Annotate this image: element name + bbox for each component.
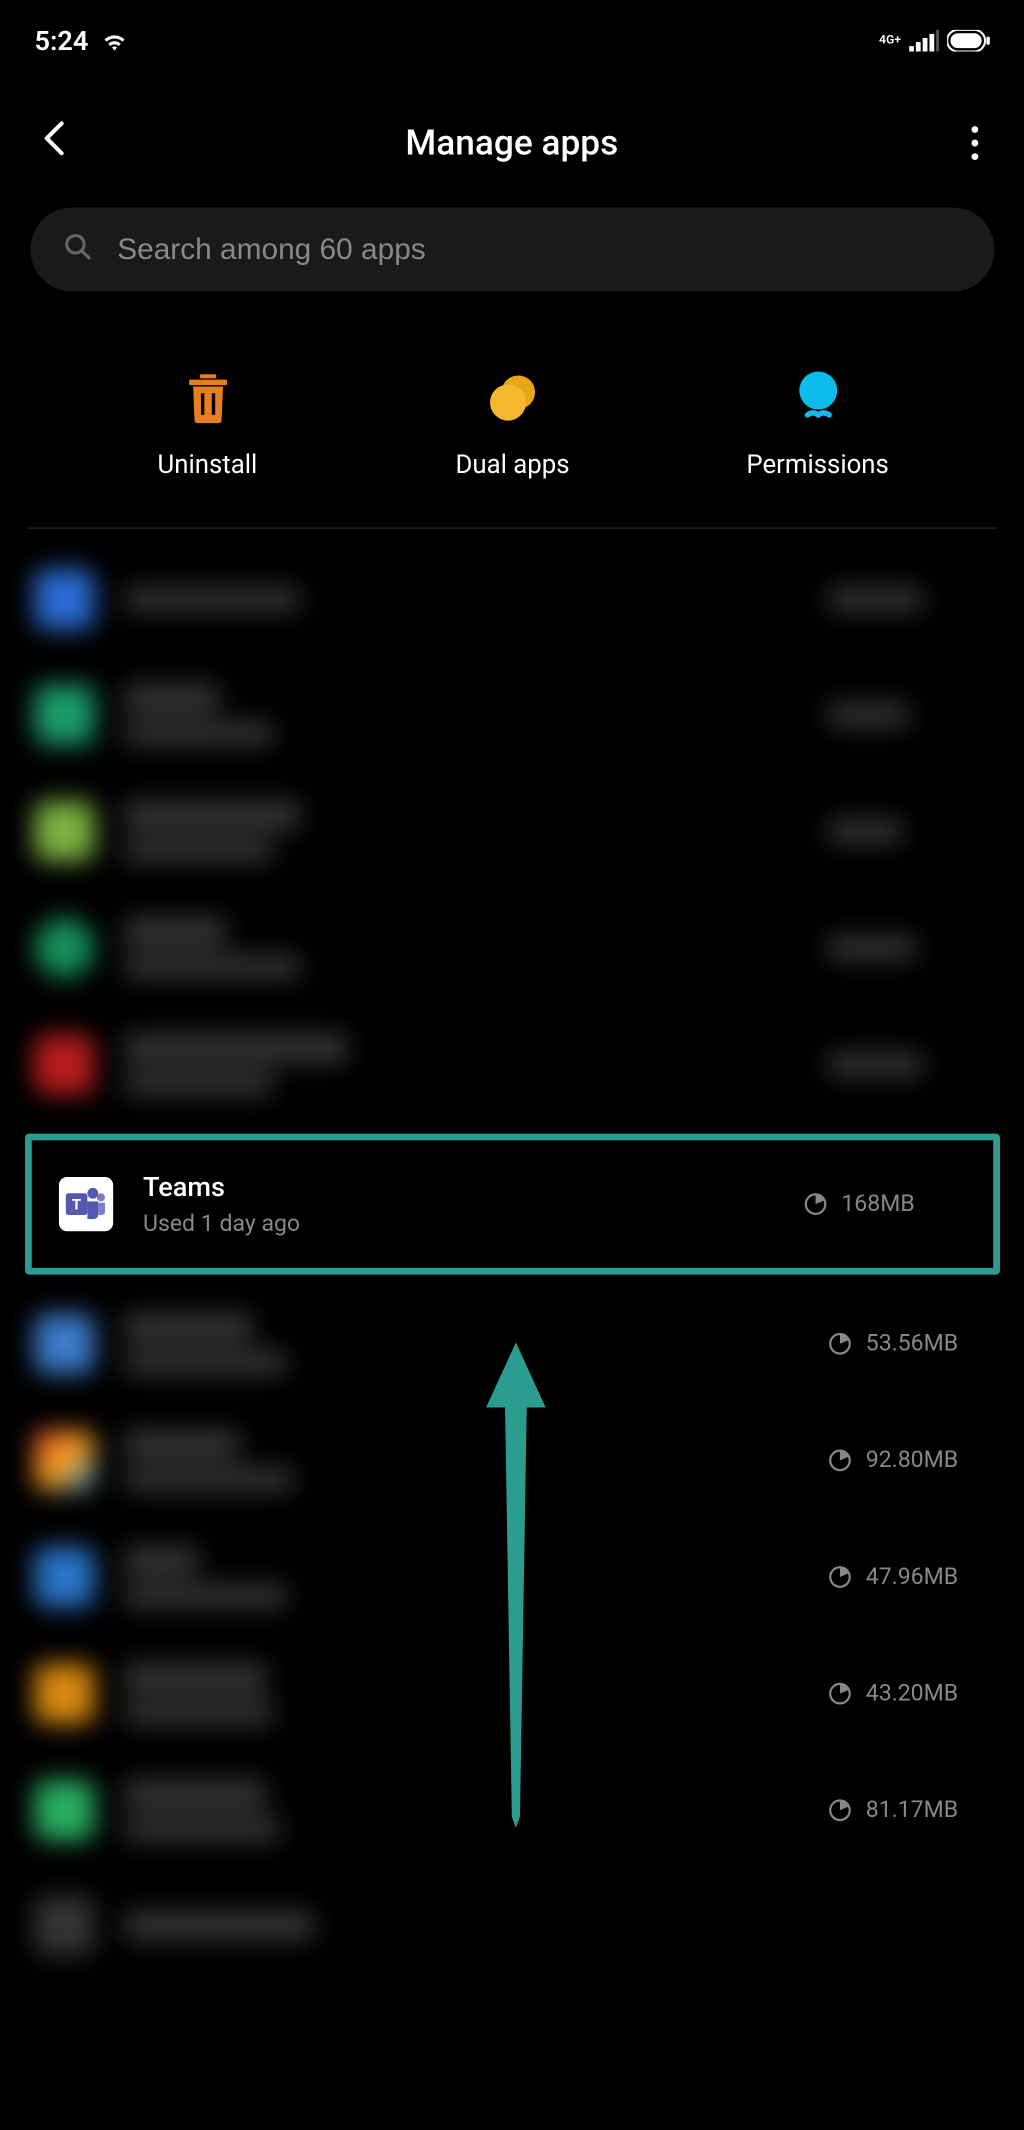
status-bar: 5:24 4G+ — [0, 0, 1024, 65]
app-row[interactable]: 92.80MB — [0, 1402, 1024, 1519]
app-size: 92.80MB — [827, 1447, 990, 1474]
page-title: Manage apps — [405, 123, 618, 164]
actions-row: Uninstall Dual apps Permissions — [27, 292, 997, 529]
app-row[interactable] — [0, 1869, 1024, 1963]
storage-icon — [827, 1681, 851, 1705]
storage-icon — [827, 1565, 851, 1589]
permissions-label: Permissions — [746, 449, 888, 480]
app-size: 168MB — [803, 1191, 966, 1218]
permissions-icon — [791, 373, 843, 425]
app-row-teams[interactable]: T Teams Used 1 day ago 168MB — [25, 1134, 1000, 1275]
app-row[interactable] — [0, 656, 1024, 773]
app-size: 47.96MB — [827, 1563, 990, 1590]
storage-icon — [827, 1332, 851, 1356]
uninstall-action[interactable]: Uninstall — [85, 373, 329, 480]
page-header: Manage apps — [0, 65, 1024, 207]
search-icon — [62, 232, 92, 267]
app-row[interactable]: 81.17MB — [0, 1752, 1024, 1869]
app-row[interactable]: 47.96MB — [0, 1519, 1024, 1636]
storage-icon — [803, 1192, 827, 1216]
app-size: 53.56MB — [827, 1330, 990, 1357]
permissions-action[interactable]: Permissions — [695, 373, 939, 480]
dual-apps-label: Dual apps — [455, 449, 569, 480]
uninstall-label: Uninstall — [157, 449, 257, 480]
search-input[interactable] — [117, 232, 962, 267]
dual-apps-icon — [486, 373, 538, 425]
app-row[interactable]: 43.20MB — [0, 1635, 1024, 1752]
battery-icon — [947, 30, 990, 52]
trash-icon — [181, 373, 233, 425]
app-row[interactable] — [0, 542, 1024, 656]
wifi-icon — [99, 28, 129, 52]
app-row[interactable]: 53.56MB — [0, 1285, 1024, 1402]
status-time: 5:24 — [34, 24, 88, 57]
svg-text:T: T — [71, 1196, 80, 1214]
app-name: Teams — [142, 1170, 802, 1203]
dual-apps-action[interactable]: Dual apps — [390, 373, 634, 480]
network-indicator: 4G+ — [878, 35, 900, 47]
app-size: 43.20MB — [827, 1680, 990, 1707]
app-size: 81.17MB — [827, 1797, 990, 1824]
app-row[interactable] — [0, 773, 1024, 890]
app-list: T Teams Used 1 day ago 168MB — [0, 529, 1024, 1976]
signal-icon — [909, 30, 939, 52]
search-bar[interactable] — [30, 207, 994, 291]
app-row[interactable] — [0, 890, 1024, 1007]
app-row[interactable] — [0, 1006, 1024, 1123]
app-usage: Used 1 day ago — [142, 1211, 802, 1238]
teams-app-icon: T — [58, 1177, 112, 1231]
storage-icon — [827, 1448, 851, 1472]
back-button[interactable] — [41, 119, 65, 166]
storage-icon — [827, 1798, 851, 1822]
more-menu-button[interactable] — [957, 126, 990, 160]
